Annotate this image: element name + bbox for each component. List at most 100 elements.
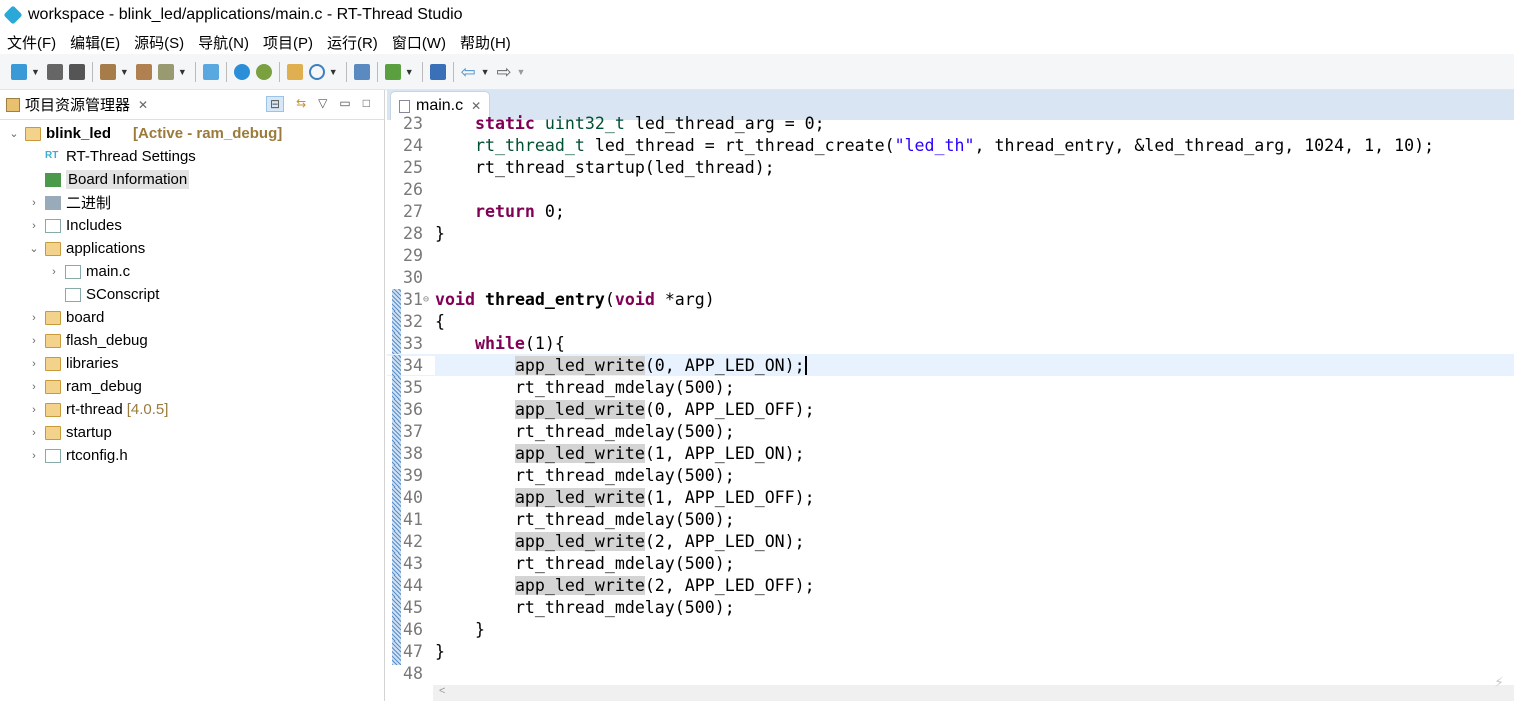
- collapse-all-icon[interactable]: ⊟: [266, 96, 285, 112]
- build-dropdown[interactable]: ▼: [120, 67, 129, 77]
- search-dropdown[interactable]: ▼: [329, 67, 338, 77]
- open-folder-icon[interactable]: [286, 63, 303, 80]
- code-line[interactable]: 23 static uint32_t led_thread_arg = 0;: [387, 112, 1514, 134]
- menu-help[interactable]: 帮助(H): [460, 32, 511, 53]
- code-line[interactable]: 30: [387, 266, 1514, 288]
- code-line[interactable]: 28}: [387, 222, 1514, 244]
- code-line[interactable]: 37 rt_thread_mdelay(500);: [387, 420, 1514, 445]
- gear-icon[interactable]: [233, 63, 250, 80]
- tree-item-ram-debug[interactable]: › ram_debug: [0, 375, 384, 398]
- save-all-icon[interactable]: [68, 63, 85, 80]
- tree-item-rt-thread[interactable]: › rt-thread [4.0.5]: [0, 398, 384, 421]
- chevron-right-icon[interactable]: ›: [28, 404, 40, 416]
- fold-icon[interactable]: ⊖: [423, 294, 429, 305]
- chevron-right-icon[interactable]: ›: [28, 358, 40, 370]
- tree-item-flash-debug[interactable]: › flash_debug: [0, 329, 384, 352]
- chevron-right-icon[interactable]: ›: [48, 266, 60, 278]
- chevron-right-icon[interactable]: ›: [28, 450, 40, 462]
- forward-arrow-icon[interactable]: ⇨: [497, 63, 513, 81]
- rebuild-icon[interactable]: [135, 63, 152, 80]
- menu-source[interactable]: 源码(S): [134, 32, 184, 53]
- code-line[interactable]: 44 app_led_write(2, APP_LED_OFF);: [387, 574, 1514, 599]
- code-line[interactable]: 41 rt_thread_mdelay(500);: [387, 508, 1514, 533]
- back-arrow-icon[interactable]: ⇦: [461, 63, 477, 81]
- code-line[interactable]: 48: [387, 662, 1514, 684]
- close-icon[interactable]: ✕: [138, 98, 148, 112]
- code-line[interactable]: 46 }: [387, 618, 1514, 643]
- window-title: workspace - blink_led/applications/main.…: [28, 6, 463, 23]
- link-editor-icon[interactable]: ⇆: [296, 96, 306, 112]
- book-icon[interactable]: [353, 63, 370, 80]
- tree-item-applications[interactable]: ⌄ applications: [0, 237, 384, 260]
- menu-navigate[interactable]: 导航(N): [198, 32, 249, 53]
- code-line[interactable]: 43 rt_thread_mdelay(500);: [387, 552, 1514, 577]
- menu-file[interactable]: 文件(F): [7, 32, 56, 53]
- code-text: app_led_write(2, APP_LED_ON);: [514, 531, 805, 551]
- debug-bug-icon[interactable]: [255, 63, 272, 80]
- minimize-icon[interactable]: ▭: [339, 96, 350, 112]
- code-line[interactable]: 36 app_led_write(0, APP_LED_OFF);: [387, 398, 1514, 423]
- code-line[interactable]: 47}: [387, 640, 1514, 665]
- build-icon[interactable]: [99, 63, 116, 80]
- horizontal-scrollbar[interactable]: <: [433, 685, 1514, 701]
- code-line[interactable]: 42 app_led_write(2, APP_LED_ON);: [387, 530, 1514, 555]
- code-line[interactable]: 31 ⊖ void thread_entry(void *arg): [387, 288, 1514, 313]
- save-icon[interactable]: [46, 63, 63, 80]
- chevron-right-icon[interactable]: ›: [28, 312, 40, 324]
- download-dropdown[interactable]: ▼: [405, 67, 414, 77]
- tree-item-rtconfig-h[interactable]: › rtconfig.h: [0, 444, 384, 467]
- back-dropdown[interactable]: ▼: [481, 67, 490, 77]
- maximize-icon[interactable]: □: [363, 96, 370, 112]
- tab-project-explorer[interactable]: 项目资源管理器 ✕ ⊟ ⇆ ▽ ▭ □: [0, 90, 384, 120]
- menu-run[interactable]: 运行(R): [327, 32, 378, 53]
- settings-tools-icon[interactable]: [157, 63, 174, 80]
- code-line[interactable]: 45 rt_thread_mdelay(500);: [387, 596, 1514, 621]
- tree-item-board-information[interactable]: Board Information: [0, 168, 384, 191]
- new-dropdown[interactable]: ▼: [31, 67, 40, 77]
- code-line[interactable]: 26: [387, 178, 1514, 200]
- code-line[interactable]: 25 rt_thread_startup(led_thread);: [387, 156, 1514, 178]
- chevron-down-icon[interactable]: ⌄: [8, 127, 20, 140]
- code-line[interactable]: 34 app_led_write(0, APP_LED_ON);: [387, 354, 1514, 379]
- chevron-right-icon[interactable]: ›: [28, 335, 40, 347]
- code-text: rt_thread_t led_thread = rt_thread_creat…: [474, 135, 1435, 155]
- tools-dropdown[interactable]: ▼: [178, 67, 187, 77]
- code-line[interactable]: 29: [387, 244, 1514, 266]
- tree-item-binaries[interactable]: › 二进制: [0, 191, 384, 214]
- layers-icon[interactable]: [429, 63, 446, 80]
- tree-item-rt-thread-settings[interactable]: RT RT-Thread Settings: [0, 145, 384, 168]
- forward-dropdown[interactable]: ▼: [517, 67, 526, 77]
- code-line[interactable]: 35 rt_thread_mdelay(500);: [387, 376, 1514, 401]
- monitor-icon[interactable]: [202, 63, 219, 80]
- view-menu-icon[interactable]: ▽: [318, 96, 327, 112]
- code-line[interactable]: 39 rt_thread_mdelay(500);: [387, 464, 1514, 489]
- chevron-right-icon[interactable]: ›: [28, 220, 40, 232]
- search-icon[interactable]: [308, 63, 325, 80]
- tree-item-sconscript[interactable]: SConscript: [0, 283, 384, 306]
- code-line[interactable]: 27 return 0;: [387, 200, 1514, 222]
- code-line[interactable]: 38 app_led_write(1, APP_LED_ON);: [387, 442, 1514, 467]
- download-icon[interactable]: [384, 63, 401, 80]
- code-text: rt_thread_startup(led_thread);: [474, 157, 775, 177]
- tree-item-board[interactable]: › board: [0, 306, 384, 329]
- tree-item-includes[interactable]: › Includes: [0, 214, 384, 237]
- tree-item-startup[interactable]: › startup: [0, 421, 384, 444]
- chevron-right-icon[interactable]: ›: [28, 381, 40, 393]
- menu-edit[interactable]: 编辑(E): [70, 32, 120, 53]
- tree-item-main-c[interactable]: › main.c: [0, 260, 384, 283]
- chevron-right-icon[interactable]: ›: [28, 427, 40, 439]
- chevron-down-icon[interactable]: ⌄: [28, 242, 40, 255]
- tree-item-libraries[interactable]: › libraries: [0, 352, 384, 375]
- close-icon[interactable]: ✕: [471, 99, 481, 113]
- code-line[interactable]: 32{: [387, 310, 1514, 335]
- line-number: 28: [403, 223, 423, 243]
- new-icon[interactable]: [11, 63, 27, 80]
- chevron-right-icon[interactable]: ›: [28, 197, 40, 209]
- code-line[interactable]: 40 app_led_write(1, APP_LED_OFF);: [387, 486, 1514, 511]
- code-line[interactable]: 24 rt_thread_t led_thread = rt_thread_cr…: [387, 134, 1514, 156]
- code-line[interactable]: 33 while(1){: [387, 332, 1514, 357]
- menu-project[interactable]: 项目(P): [263, 32, 313, 53]
- menu-window[interactable]: 窗口(W): [392, 32, 446, 53]
- code-area[interactable]: 23 static uint32_t led_thread_arg = 0; 24…: [387, 112, 1514, 685]
- tree-item-project[interactable]: ⌄ blink_led [Active - ram_debug]: [0, 122, 384, 145]
